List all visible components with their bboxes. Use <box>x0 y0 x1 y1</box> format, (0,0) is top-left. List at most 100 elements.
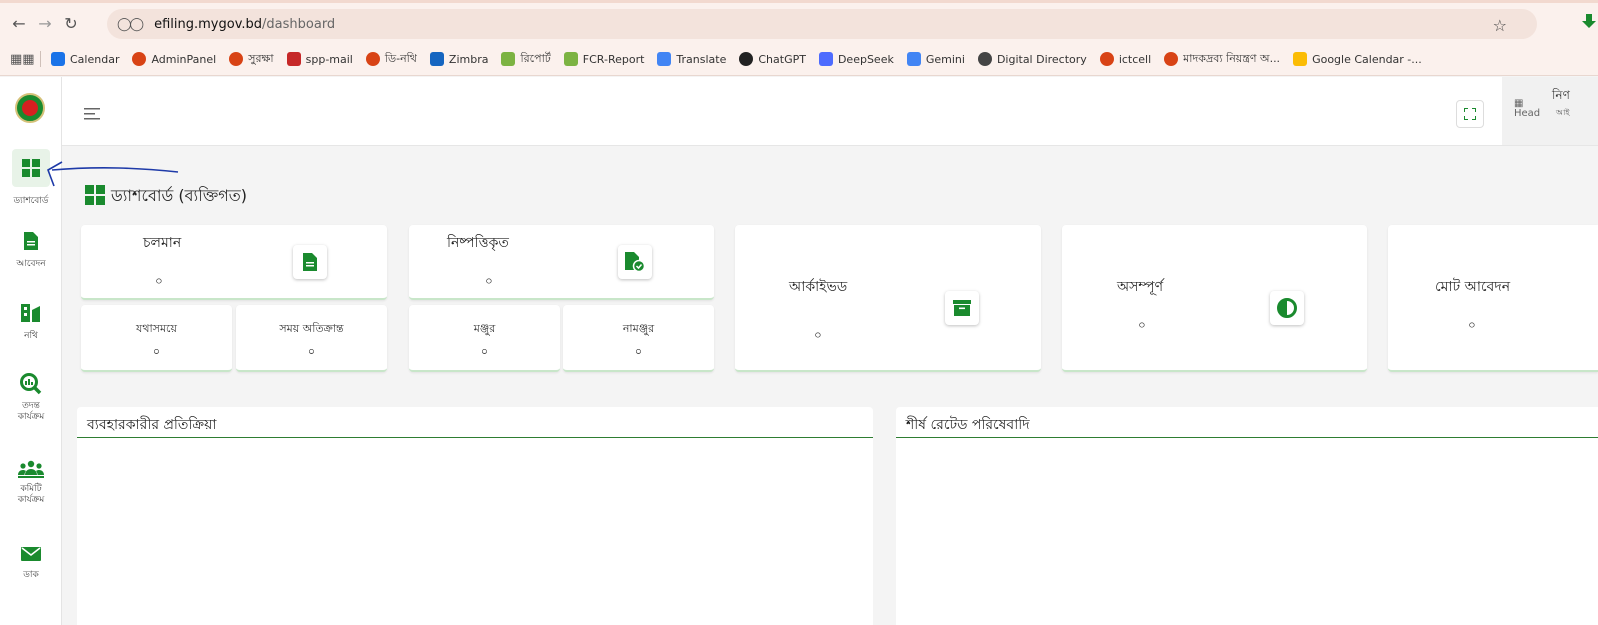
document-check-icon <box>618 245 652 279</box>
card-resolved[interactable]: নিষ্পত্তিকৃত ০ <box>409 225 714 300</box>
calendar-icon <box>1293 52 1308 66</box>
sidebar-item-mail[interactable]: ডাক <box>0 547 62 582</box>
bookmark-label: Digital Directory <box>996 52 1087 66</box>
investigation-search-icon <box>0 373 62 395</box>
card-approved[interactable]: মঞ্জুর ০ <box>409 305 560 372</box>
bookmark-item[interactable]: মাদকদ্রব্য নিয়ন্ত্রণ অ... <box>1164 50 1280 69</box>
bookmark-item[interactable]: ডি-নথি <box>365 50 417 69</box>
card-on-time[interactable]: যথাসময়ে ০ <box>81 305 232 372</box>
card-label: আর্কাইভড <box>789 279 848 295</box>
sidebar-item-investigation[interactable]: তদন্ত কার্যক্রম <box>0 373 62 423</box>
card-value: ০ <box>1138 318 1146 332</box>
zimbra-icon <box>429 52 444 66</box>
bookmark-label: Gemini <box>925 52 965 66</box>
panel-user-feedback: ব্যবহারকারীর প্রতিক্রিয়া <box>77 407 873 625</box>
fullscreen-button[interactable] <box>1456 100 1484 128</box>
bookmark-label: FCR-Report <box>582 52 645 66</box>
menu-toggle-icon[interactable] <box>84 105 102 124</box>
sidebar-item-committee[interactable]: কমিটি কার্যক্রম <box>0 460 62 506</box>
report-icon <box>563 52 578 66</box>
address-bar[interactable]: ◯◯ efiling.mygov.bd/dashboard ☆ <box>107 9 1537 39</box>
card-value: ০ <box>634 345 643 358</box>
card-value: ০ <box>814 328 822 342</box>
emblem-icon <box>365 52 380 66</box>
globe-icon <box>977 52 992 66</box>
translate-icon <box>657 52 672 66</box>
card-value: ০ <box>152 345 161 358</box>
sidebar-item-applications[interactable]: আবেদন <box>0 232 62 271</box>
apps-grid-icon[interactable]: ▦▦ <box>10 52 35 67</box>
annotation-arrow <box>47 161 179 187</box>
bookmark-item[interactable]: রিপোর্ট <box>501 50 551 69</box>
card-label: চলমান <box>143 235 182 251</box>
bookmark-item[interactable]: spp-mail <box>286 52 353 66</box>
user-designation: আই <box>1556 108 1570 117</box>
card-label: মোট আবেদন <box>1435 279 1511 295</box>
card-value: ০ <box>485 274 493 288</box>
bookmark-item[interactable]: Gemini <box>906 52 965 66</box>
chatgpt-icon <box>739 52 754 66</box>
card-value: ০ <box>307 345 316 358</box>
bookmark-label: AdminPanel <box>151 52 217 66</box>
document-icon <box>293 245 327 279</box>
bookmark-label: Google Calendar -... <box>1312 52 1422 66</box>
bookmark-star-icon[interactable]: ☆ <box>1493 16 1507 35</box>
bookmark-item[interactable]: AdminPanel <box>132 52 216 66</box>
deepseek-icon <box>818 52 833 66</box>
card-archived[interactable]: আর্কাইভড ০ <box>735 225 1041 372</box>
bookmark-item[interactable]: ChatGPT <box>739 52 806 66</box>
emblem-icon <box>132 52 147 66</box>
bookmark-item[interactable]: ictcell <box>1099 52 1151 66</box>
panel-title: শীর্ষ রেটেড পরিষেবাদি <box>896 407 1598 438</box>
bookmark-item[interactable]: Zimbra <box>429 52 488 66</box>
card-rejected[interactable]: নামঞ্জুর ০ <box>563 305 714 372</box>
site-settings-icon[interactable]: ◯◯ <box>117 17 144 32</box>
card-label: সময় অতিক্রান্ত <box>279 322 344 335</box>
card-value: ০ <box>155 274 163 288</box>
sidebar-item-label: ডাক <box>23 570 39 580</box>
bookmark-item[interactable]: DeepSeek <box>818 52 894 66</box>
card-label: নিষ্পত্তিকৃত <box>447 235 509 251</box>
bookmark-label: spp-mail <box>305 52 353 66</box>
bookmark-label: Translate <box>676 52 727 66</box>
download-icon[interactable] <box>1582 14 1596 34</box>
files-icon <box>0 304 62 322</box>
bookmark-label: সুরক্ষা <box>248 51 274 65</box>
url-path: /dashboard <box>262 16 336 32</box>
bookmark-item[interactable]: Google Calendar -... <box>1293 52 1422 66</box>
user-menu[interactable]: ▦ Head নিণ আই <box>1502 77 1598 145</box>
bookmark-item[interactable]: Digital Directory <box>977 52 1087 66</box>
bookmark-item[interactable]: সুরক্ষা <box>229 50 274 69</box>
back-arrow-icon[interactable]: ← <box>6 10 32 36</box>
card-label: অসম্পূর্ণ <box>1117 279 1164 295</box>
bookmark-item[interactable]: Translate <box>657 52 726 66</box>
emblem-icon <box>229 52 244 66</box>
card-incomplete[interactable]: অসম্পূর্ণ ০ <box>1062 225 1367 372</box>
emblem-icon <box>1164 52 1179 66</box>
gemini-icon <box>906 52 921 66</box>
forward-arrow-icon[interactable]: → <box>32 10 58 36</box>
reload-icon[interactable]: ↻ <box>58 10 84 36</box>
half-circle-icon <box>1270 291 1304 325</box>
bookmarks-bar: ▦▦ Calendar AdminPanel সুরক্ষা spp-mail ডি-ন… <box>0 43 1598 76</box>
sidebar-item-label: কমিটি কার্যক্রম <box>17 484 45 505</box>
government-emblem-logo[interactable] <box>15 93 45 123</box>
panel-top-rated-services: শীর্ষ রেটেড পরিষেবাদি <box>896 407 1598 625</box>
card-overdue[interactable]: সময় অতিক্রান্ত ০ <box>236 305 387 372</box>
bookmark-label: DeepSeek <box>837 52 894 66</box>
card-total-applications[interactable]: মোট আবেদন ০ <box>1388 225 1598 372</box>
sidebar-item-files[interactable]: নথি <box>0 304 62 343</box>
card-label: মঞ্জুর <box>473 322 496 335</box>
bookmark-item[interactable]: Calendar <box>51 52 119 66</box>
card-running[interactable]: চলমান ০ <box>81 225 387 300</box>
panel-title: ব্যবহারকারীর প্রতিক্রিয়া <box>77 407 873 438</box>
bookmarks-divider <box>40 51 41 67</box>
bookmark-item[interactable]: FCR-Report <box>563 52 645 66</box>
sidebar-item-label: তদন্ত কার্যক্রম <box>17 401 45 422</box>
archive-box-icon <box>945 291 979 325</box>
bookmark-label: ডি-নথি <box>384 51 417 65</box>
committee-group-icon <box>0 460 62 478</box>
bookmark-label: ChatGPT <box>758 52 806 66</box>
card-value: ০ <box>480 345 489 358</box>
avatar-alt-text: Head <box>1514 108 1541 119</box>
